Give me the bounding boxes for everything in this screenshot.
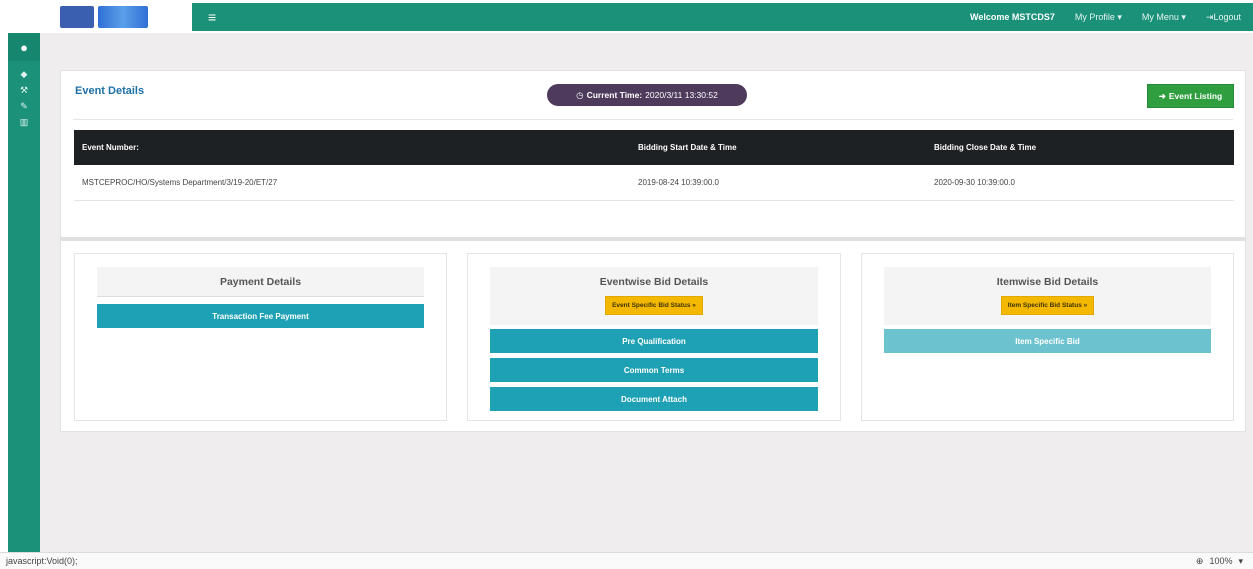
circle-arrow-icon: ➜ xyxy=(1158,90,1166,101)
my-profile-menu[interactable]: My Profile ▾ xyxy=(1075,12,1122,23)
status-url: javascript:Void(0); xyxy=(6,556,78,566)
zoom-level: 100% xyxy=(1209,556,1233,566)
table-row: MSTCEPROC/HO/Systems Department/3/19-20/… xyxy=(74,165,1234,201)
table-header: Event Number: xyxy=(74,130,630,165)
mstc-logo-left xyxy=(60,5,94,28)
event-number-cell: MSTCEPROC/HO/Systems Department/3/19-20/… xyxy=(74,165,630,201)
zoom-control[interactable]: ⊕ 100% ▾ xyxy=(1196,556,1243,567)
welcome-text: Welcome MSTCDS7 xyxy=(970,12,1055,22)
common-terms-button[interactable]: Common Terms xyxy=(490,358,818,382)
itemwise-bid-panel: Itemwise Bid Details Item Specific Bid S… xyxy=(861,253,1234,421)
event-specific-bid-status-button[interactable]: Event Specific Bid Status » xyxy=(605,296,703,315)
close-date-cell: 2020-09-30 10:39:00.0 xyxy=(926,165,1234,201)
eventwise-bid-panel: Eventwise Bid Details Event Specific Bid… xyxy=(467,253,841,421)
itemwise-bid-title: Itemwise Bid Details xyxy=(996,276,1099,288)
my-menu[interactable]: My Menu ▾ xyxy=(1142,12,1186,23)
item-specific-bid-status-button[interactable]: Item Specific Bid Status » xyxy=(1000,296,1095,315)
start-date-cell: 2019-08-24 10:39:00.0 xyxy=(630,165,926,201)
event-details-title: Event Details xyxy=(75,85,145,97)
top-bar: ≡ Welcome MSTCDS7 My Profile ▾ My Menu ▾… xyxy=(0,0,1253,33)
eventwise-panel-head: Eventwise Bid Details Event Specific Bid… xyxy=(490,267,818,325)
sidebar: ● ◆ ⚒ ✎ ▥ xyxy=(8,33,40,552)
item-specific-bid-button[interactable]: Item Specific Bid xyxy=(884,329,1211,353)
table-header-row: Event Number: Bidding Start Date & Time … xyxy=(74,130,1234,165)
event-details-card: Event Details ◷ Current Time: 2020/3/11 … xyxy=(60,70,1246,260)
divider xyxy=(73,119,1233,120)
navbar: ≡ Welcome MSTCDS7 My Profile ▾ My Menu ▾… xyxy=(192,3,1253,31)
logout-label: Logout xyxy=(1213,11,1241,22)
chevron-down-icon: ▾ xyxy=(1238,556,1243,566)
gavel-icon[interactable]: ⚒ xyxy=(17,85,31,96)
table-header: Bidding Close Date & Time xyxy=(926,130,1234,165)
event-listing-button[interactable]: ➜ Event Listing xyxy=(1147,84,1234,108)
event-listing-label: Event Listing xyxy=(1168,91,1223,101)
sidebar-icons: ◆ ⚒ ✎ ▥ xyxy=(8,61,40,128)
chart-icon[interactable]: ▥ xyxy=(17,117,31,128)
pre-qualification-button[interactable]: Pre Qualification xyxy=(490,329,818,353)
payment-details-title: Payment Details xyxy=(97,267,424,297)
logout-link[interactable]: ⇥Logout xyxy=(1206,12,1241,23)
zoom-icon: ⊕ xyxy=(1195,556,1204,566)
current-time-value: 2020/3/11 13:30:52 xyxy=(645,90,718,100)
hamburger-menu-icon[interactable]: ≡ xyxy=(208,9,216,25)
bid-panels-card: Payment Details Transaction Fee Payment … xyxy=(60,237,1246,432)
nav-right: Welcome MSTCDS7 My Profile ▾ My Menu ▾ ⇥… xyxy=(970,3,1241,31)
status-bar: javascript:Void(0); ⊕ 100% ▾ xyxy=(0,552,1253,569)
current-time-pill: ◷ Current Time: 2020/3/11 13:30:52 xyxy=(547,84,747,106)
payment-details-panel: Payment Details Transaction Fee Payment xyxy=(74,253,447,421)
mstc-logo-right xyxy=(98,5,148,28)
eventwise-bid-title: Eventwise Bid Details xyxy=(599,276,709,288)
logo-area xyxy=(40,0,192,33)
clock-icon: ◷ xyxy=(576,89,584,100)
table-header: Bidding Start Date & Time xyxy=(630,130,926,165)
transaction-fee-payment-button[interactable]: Transaction Fee Payment xyxy=(97,304,424,328)
main-content: Event Details ◷ Current Time: 2020/3/11 … xyxy=(40,33,1253,552)
itemwise-panel-head: Itemwise Bid Details Item Specific Bid S… xyxy=(884,267,1211,325)
document-attach-button[interactable]: Document Attach xyxy=(490,387,818,411)
edit-icon[interactable]: ✎ xyxy=(17,101,31,112)
event-table: Event Number: Bidding Start Date & Time … xyxy=(74,130,1234,201)
dashboard-icon[interactable]: ◆ xyxy=(17,69,31,80)
current-time-label: Current Time: xyxy=(586,90,643,100)
user-icon[interactable]: ● xyxy=(8,33,40,61)
